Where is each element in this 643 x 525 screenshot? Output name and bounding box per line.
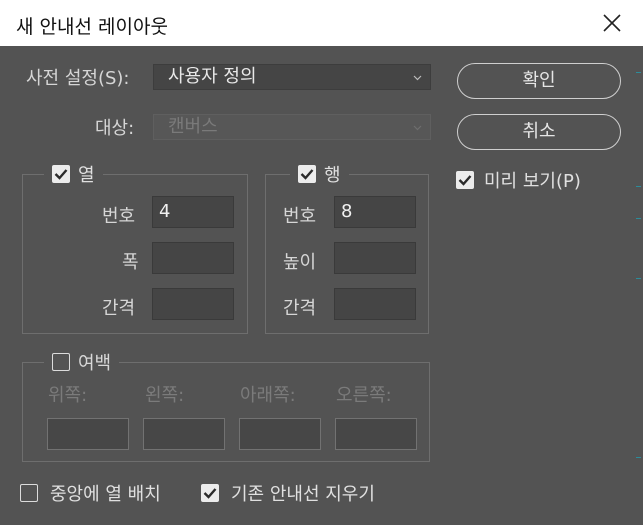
columns-gutter-field[interactable] <box>152 288 234 320</box>
margin-top-label: 위쪽: <box>48 385 88 406</box>
chevron-down-icon <box>413 75 422 81</box>
margin-left-field[interactable] <box>143 418 225 450</box>
columns-number-label: 번호 <box>102 206 136 227</box>
columns-number-field[interactable]: 4 <box>152 196 234 228</box>
close-icon <box>603 14 621 32</box>
columns-legend-label: 열 <box>78 165 95 186</box>
checkbox-checked-icon <box>52 165 70 183</box>
margin-bottom-field[interactable] <box>239 418 321 450</box>
guide-edge-mark <box>636 72 641 73</box>
rows-gutter-label: 간격 <box>283 298 317 319</box>
target-value: 캔버스 <box>168 116 218 137</box>
title-bar: 새 안내선 레이아웃 <box>0 0 643 46</box>
preview-label: 미리 보기(P) <box>484 171 581 192</box>
columns-gutter-label: 간격 <box>102 298 136 319</box>
rows-legend-label: 행 <box>324 165 341 186</box>
guide-edge-mark <box>636 278 641 279</box>
preset-select[interactable]: 사용자 정의 <box>153 64 431 90</box>
clear-existing-label: 기존 안내선 지우기 <box>231 484 375 505</box>
margin-bottom-label: 아래쪽: <box>240 385 296 406</box>
rows-number-field[interactable]: 8 <box>334 196 416 228</box>
dialog-body: 사전 설정(S): 사용자 정의 대상: 캔버스 확인 취소 미리 보기(P) … <box>0 46 643 525</box>
window-title: 새 안내선 레이아웃 <box>16 16 168 38</box>
margin-right-label: 오른쪽: <box>336 385 392 406</box>
checkbox-checked-icon <box>298 165 316 183</box>
ok-button[interactable]: 확인 <box>457 63 621 99</box>
margin-legend-label: 여백 <box>78 353 112 374</box>
rows-height-label: 높이 <box>283 252 317 273</box>
target-label: 대상: <box>95 118 135 139</box>
guide-edge-mark <box>636 186 641 187</box>
preview-checkbox[interactable]: 미리 보기(P) <box>456 167 581 193</box>
cancel-button[interactable]: 취소 <box>457 114 621 150</box>
center-columns-label: 중앙에 열 배치 <box>50 484 161 505</box>
checkbox-unchecked-icon <box>20 484 38 502</box>
guide-edge-mark <box>636 218 641 219</box>
center-columns-checkbox[interactable]: 중앙에 열 배치 <box>20 480 161 506</box>
checkbox-unchecked-icon <box>52 353 70 371</box>
clear-existing-checkbox[interactable]: 기존 안내선 지우기 <box>201 480 375 506</box>
rows-gutter-field[interactable] <box>334 288 416 320</box>
margin-left-label: 왼쪽: <box>145 385 185 406</box>
target-select[interactable]: 캔버스 <box>153 114 431 140</box>
columns-legend[interactable]: 열 <box>44 162 103 186</box>
guide-edge-mark <box>636 457 641 458</box>
checkbox-checked-icon <box>456 171 474 189</box>
preset-label: 사전 설정(S): <box>26 68 130 89</box>
columns-width-field[interactable] <box>152 242 234 274</box>
chevron-down-icon <box>413 125 422 131</box>
rows-height-field[interactable] <box>334 242 416 274</box>
rows-legend[interactable]: 행 <box>290 162 349 186</box>
columns-width-label: 폭 <box>122 252 139 273</box>
margin-top-field[interactable] <box>47 418 129 450</box>
close-button[interactable] <box>595 8 629 38</box>
preset-value: 사용자 정의 <box>168 66 257 87</box>
margin-legend[interactable]: 여백 <box>44 350 120 374</box>
margin-right-field[interactable] <box>335 418 417 450</box>
rows-number-label: 번호 <box>283 206 317 227</box>
checkbox-checked-icon <box>201 484 219 502</box>
